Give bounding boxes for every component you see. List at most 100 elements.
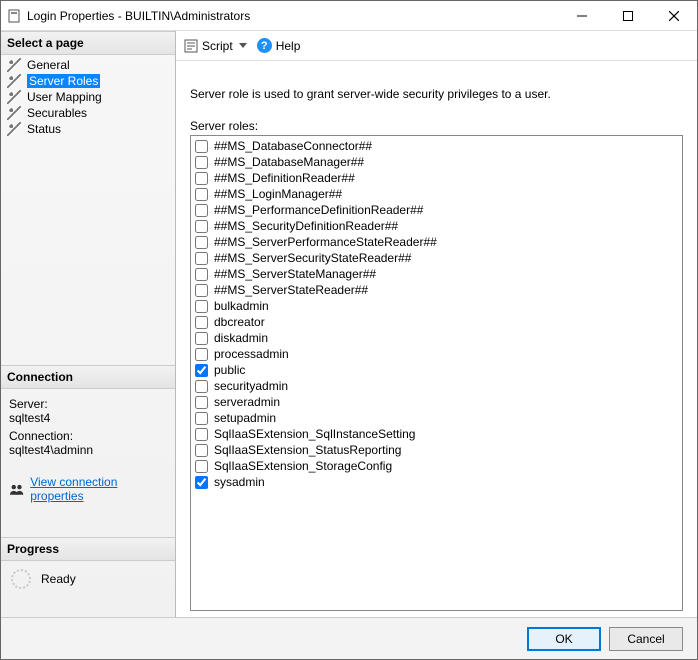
role-name: public (214, 362, 245, 378)
role-checkbox[interactable] (195, 396, 208, 409)
role-name: sysadmin (214, 474, 265, 490)
role-row: setupadmin (193, 410, 680, 426)
server-roles-label: Server roles: (190, 119, 683, 133)
connection-body: Server: sqltest4 Connection: sqltest4\ad… (1, 389, 175, 469)
role-checkbox[interactable] (195, 140, 208, 153)
role-row: ##MS_DatabaseConnector## (193, 138, 680, 154)
connection-properties-icon (9, 483, 24, 495)
role-name: serveradmin (214, 394, 280, 410)
left-panel: Select a page General Server Roles User Ma… (1, 31, 176, 617)
content-area: Server role is used to grant server-wide… (176, 61, 697, 617)
nav-item-status[interactable]: Status (1, 121, 175, 137)
role-row: sysadmin (193, 474, 680, 490)
role-row: SqlIaaSExtension_StorageConfig (193, 458, 680, 474)
role-row: ##MS_ServerPerformanceStateReader## (193, 234, 680, 250)
role-checkbox[interactable] (195, 412, 208, 425)
app-icon (7, 9, 21, 23)
role-row: ##MS_DefinitionReader## (193, 170, 680, 186)
role-row: ##MS_DatabaseManager## (193, 154, 680, 170)
role-row: ##MS_ServerStateManager## (193, 266, 680, 282)
role-checkbox[interactable] (195, 188, 208, 201)
role-checkbox[interactable] (195, 156, 208, 169)
role-row: public (193, 362, 680, 378)
role-name: SqlIaaSExtension_StorageConfig (214, 458, 392, 474)
role-name: ##MS_ServerStateManager## (214, 266, 376, 282)
role-row: processadmin (193, 346, 680, 362)
role-row: diskadmin (193, 330, 680, 346)
nav-item-label: Securables (27, 106, 87, 120)
titlebar: Login Properties - BUILTIN\Administrator… (1, 1, 697, 31)
role-name: processadmin (214, 346, 289, 362)
role-checkbox[interactable] (195, 268, 208, 281)
role-checkbox[interactable] (195, 380, 208, 393)
role-row: serveradmin (193, 394, 680, 410)
connection-header: Connection (1, 365, 175, 389)
wrench-icon (7, 74, 21, 88)
role-checkbox[interactable] (195, 428, 208, 441)
nav-item-server-roles[interactable]: Server Roles (1, 73, 175, 89)
right-panel: Script ? Help Server role is used to gra… (176, 31, 697, 617)
wrench-icon (7, 106, 21, 120)
connection-label: Connection: (9, 429, 167, 443)
nav-item-label: General (27, 58, 70, 72)
role-row: bulkadmin (193, 298, 680, 314)
role-name: ##MS_ServerPerformanceStateReader## (214, 234, 437, 250)
script-icon (184, 39, 198, 53)
progress-header: Progress (1, 537, 175, 561)
role-row: securityadmin (193, 378, 680, 394)
role-name: SqlIaaSExtension_StatusReporting (214, 442, 401, 458)
role-name: diskadmin (214, 330, 268, 346)
connection-value: sqltest4\adminn (9, 443, 167, 457)
role-name: SqlIaaSExtension_SqlInstanceSetting (214, 426, 415, 442)
server-roles-list[interactable]: ##MS_DatabaseConnector####MS_DatabaseMan… (190, 135, 683, 611)
help-button[interactable]: ? Help (257, 38, 301, 53)
dialog-footer: OK Cancel (1, 617, 697, 659)
minimize-icon (577, 11, 587, 21)
role-row: dbcreator (193, 314, 680, 330)
role-checkbox[interactable] (195, 204, 208, 217)
maximize-icon (623, 11, 633, 21)
role-checkbox[interactable] (195, 300, 208, 313)
cancel-button[interactable]: Cancel (609, 627, 683, 651)
server-value: sqltest4 (9, 411, 167, 425)
ok-button[interactable]: OK (527, 627, 601, 651)
close-icon (669, 11, 679, 21)
role-name: ##MS_SecurityDefinitionReader## (214, 218, 398, 234)
view-connection-properties-link[interactable]: View connection properties (30, 475, 167, 503)
nav-item-label: Server Roles (27, 74, 100, 88)
nav-item-general[interactable]: General (1, 57, 175, 73)
role-name: ##MS_DatabaseConnector## (214, 138, 372, 154)
script-button[interactable]: Script (184, 39, 247, 53)
role-checkbox[interactable] (195, 332, 208, 345)
role-name: bulkadmin (214, 298, 269, 314)
minimize-button[interactable] (559, 1, 605, 31)
role-checkbox[interactable] (195, 316, 208, 329)
role-checkbox[interactable] (195, 236, 208, 249)
maximize-button[interactable] (605, 1, 651, 31)
role-name: securityadmin (214, 378, 288, 394)
nav-item-label: User Mapping (27, 90, 102, 104)
script-label: Script (202, 39, 233, 53)
role-checkbox[interactable] (195, 364, 208, 377)
role-checkbox[interactable] (195, 444, 208, 457)
role-checkbox[interactable] (195, 460, 208, 473)
toolbar: Script ? Help (176, 31, 697, 61)
nav-item-securables[interactable]: Securables (1, 105, 175, 121)
nav-header: Select a page (1, 31, 175, 55)
role-row: ##MS_PerformanceDefinitionReader## (193, 202, 680, 218)
role-name: ##MS_DefinitionReader## (214, 170, 355, 186)
role-checkbox[interactable] (195, 172, 208, 185)
role-checkbox[interactable] (195, 252, 208, 265)
role-row: ##MS_ServerStateReader## (193, 282, 680, 298)
nav-item-user-mapping[interactable]: User Mapping (1, 89, 175, 105)
role-checkbox[interactable] (195, 476, 208, 489)
role-name: ##MS_ServerSecurityStateReader## (214, 250, 411, 266)
role-checkbox[interactable] (195, 284, 208, 297)
role-checkbox[interactable] (195, 348, 208, 361)
role-checkbox[interactable] (195, 220, 208, 233)
close-button[interactable] (651, 1, 697, 31)
role-name: ##MS_LoginManager## (214, 186, 342, 202)
role-row: ##MS_SecurityDefinitionReader## (193, 218, 680, 234)
nav-list: General Server Roles User Mapping Securable… (1, 55, 175, 139)
role-name: ##MS_PerformanceDefinitionReader## (214, 202, 423, 218)
